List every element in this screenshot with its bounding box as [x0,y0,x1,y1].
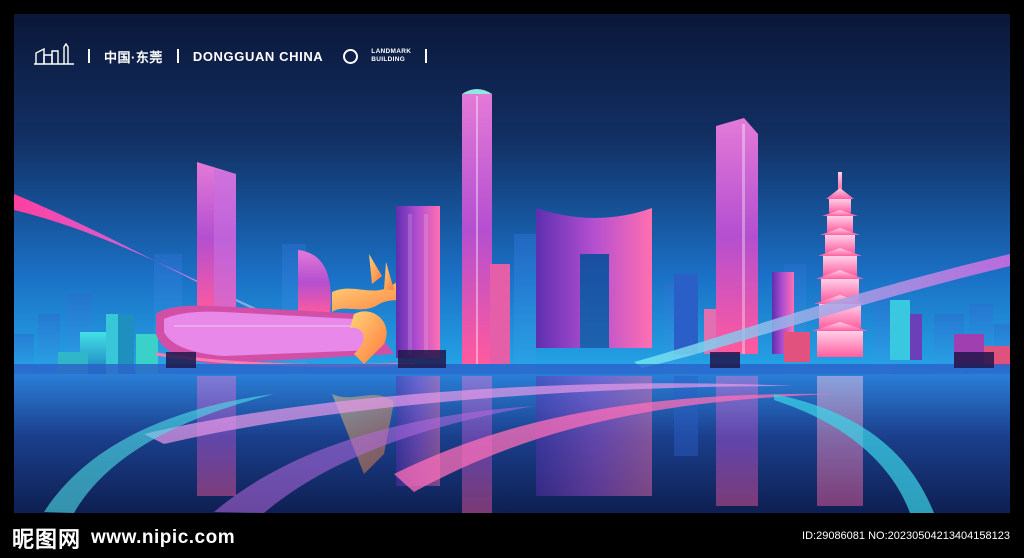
separator [176,49,179,63]
landmark-line1: LANDMARK [371,48,412,55]
building-red [784,332,810,362]
circle-icon [343,48,359,64]
skyline-illustration [14,14,1010,513]
skyline-svg [14,14,1010,513]
separator [331,49,335,63]
watermark-site-cn: 昵图网 [12,528,82,553]
tower-left [197,162,236,314]
tower-right [716,118,758,354]
ground-line [14,364,1010,374]
city-name-en: DONGGUAN CHINA [192,48,324,64]
landmark-label: LANDMARK BUILDING [371,48,411,64]
landmark-line2: BUILDING [371,56,406,63]
tower-blue [674,274,698,354]
watermark-id: ID:29086081 NO:20230504213404158123 [802,530,1010,542]
watermark-url: www.nipic.com [91,527,236,548]
watermark-site: 昵图网 www.nipic.com [12,522,235,554]
tower-mid-left [396,206,440,358]
city-skyline-icon [34,42,74,70]
separator [88,49,90,63]
header-bar: 中国·东莞 DONGGUAN CHINA LANDMARK BUILDING [34,42,441,70]
separator [425,49,428,63]
city-name-cn: 中国·东莞 [104,49,163,65]
gate-building [536,208,652,348]
